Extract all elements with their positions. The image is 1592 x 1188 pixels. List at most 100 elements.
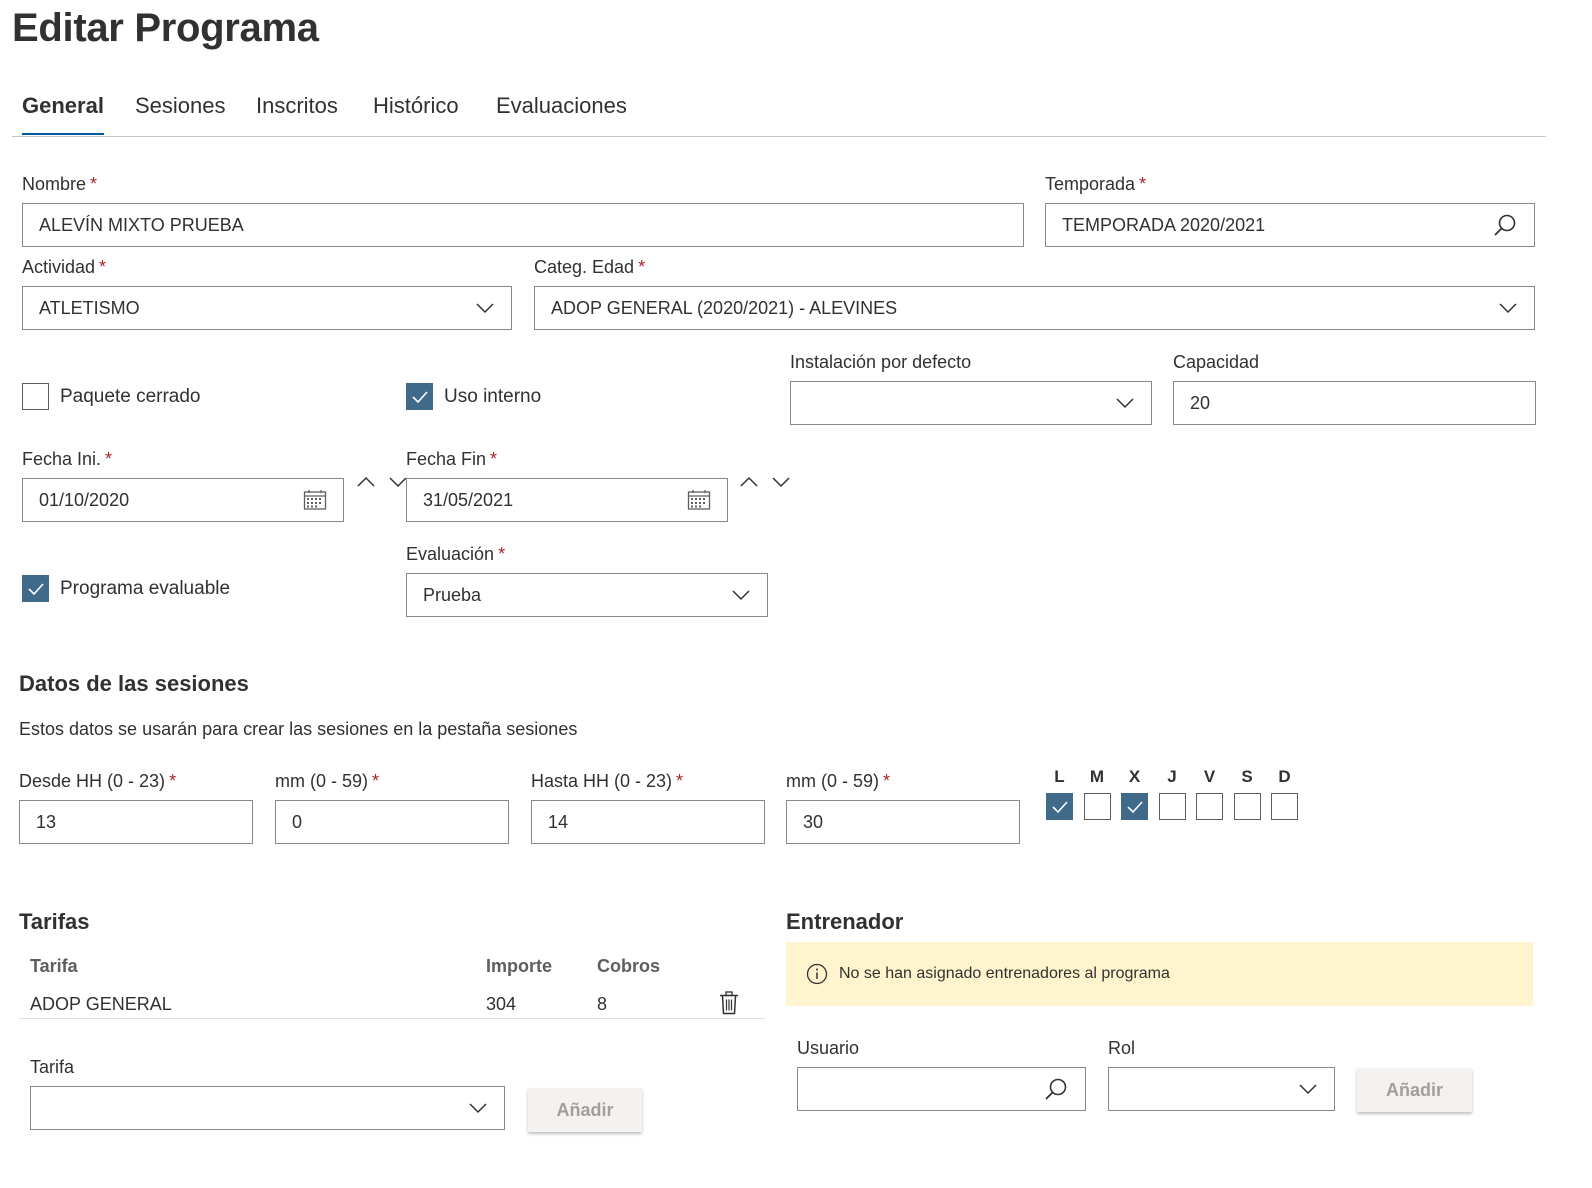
rol-dropdown[interactable]: [1108, 1067, 1335, 1111]
day-label-v: V: [1203, 767, 1216, 786]
day-checkbox-l[interactable]: [1046, 793, 1073, 820]
evaluacion-value: Prueba: [423, 584, 482, 605]
checkmark-icon: [1051, 800, 1068, 813]
chevron-down-icon: [475, 302, 495, 314]
notice-text: No se han asignado entrenadores al progr…: [839, 965, 1170, 982]
categ-edad-value: ADOP GENERAL (2020/2021) - ALEVINES: [551, 297, 898, 318]
programa-evaluable-label: Programa evaluable: [60, 577, 231, 599]
desde-mm-label: mm (0 - 59) *: [275, 771, 380, 791]
chevron-down-icon: [1298, 1083, 1318, 1095]
entrenador-section-title: Entrenador: [786, 909, 904, 934]
categ-edad-label: Categ. Edad *: [534, 257, 646, 277]
nombre-input[interactable]: ALEVÍN MIXTO PRUEBA: [22, 203, 1024, 247]
fecha-fin-label: Fecha Fin *: [406, 449, 498, 469]
desde-hh-input[interactable]: 13: [19, 800, 253, 844]
fecha-ini-spinner: [352, 470, 412, 494]
calendar-icon[interactable]: [303, 489, 327, 511]
search-icon[interactable]: [1492, 212, 1518, 238]
tab-bar: General Sesiones Inscritos Histórico Eva…: [12, 93, 1546, 137]
add-tarifa-button[interactable]: Añadir: [528, 1088, 642, 1132]
usuario-input[interactable]: [797, 1067, 1086, 1111]
sesiones-description: Estos datos se usarán para crear las ses…: [19, 719, 578, 739]
fecha-fin-spinner: [735, 470, 795, 494]
rol-label: Rol: [1108, 1038, 1136, 1058]
hasta-mm-input[interactable]: 30: [786, 800, 1020, 844]
programa-evaluable-checkbox[interactable]: Programa evaluable: [22, 575, 230, 602]
uso-interno-box[interactable]: [406, 383, 433, 410]
cobros-cell: 8: [597, 994, 608, 1014]
tab-general[interactable]: General: [22, 93, 104, 137]
nombre-value: ALEVÍN MIXTO PRUEBA: [39, 214, 244, 235]
categ-edad-dropdown[interactable]: ADOP GENERAL (2020/2021) - ALEVINES: [534, 286, 1535, 330]
paquete-cerrado-box[interactable]: [22, 383, 49, 410]
info-icon: [806, 963, 828, 985]
calendar-icon[interactable]: [687, 489, 711, 511]
capacidad-input[interactable]: 20: [1173, 381, 1536, 425]
checkmark-icon: [411, 390, 428, 403]
uso-interno-label: Uso interno: [444, 385, 542, 407]
instalacion-dropdown[interactable]: [790, 381, 1152, 425]
nombre-label: Nombre *: [22, 174, 98, 194]
fecha-fin-input[interactable]: 31/05/2021: [406, 478, 728, 522]
tab-historico[interactable]: Histórico: [373, 93, 459, 137]
fecha-ini-input[interactable]: 01/10/2020: [22, 478, 344, 522]
tab-sesiones[interactable]: Sesiones: [135, 93, 226, 137]
hasta-hh-input[interactable]: 14: [531, 800, 765, 844]
no-trainers-notice: No se han asignado entrenadores al progr…: [786, 942, 1533, 1006]
day-checkbox-x[interactable]: [1121, 793, 1148, 820]
day-checkbox-m[interactable]: [1083, 793, 1111, 820]
temporada-label: Temporada *: [1045, 174, 1147, 194]
hasta-hh-value: 14: [548, 811, 569, 832]
capacidad-value: 20: [1190, 392, 1211, 413]
cobros-column-header: Cobros: [597, 956, 660, 976]
tarifa-dropdown[interactable]: [30, 1086, 505, 1130]
checkmark-icon: [1126, 800, 1143, 813]
importe-cell: 304: [486, 994, 517, 1014]
day-label-d: D: [1278, 767, 1291, 786]
chevron-down-icon[interactable]: [767, 470, 795, 494]
chevron-down-icon: [1115, 397, 1135, 409]
paquete-cerrado-checkbox[interactable]: Paquete cerrado: [22, 383, 201, 410]
chevron-down-icon: [468, 1102, 488, 1114]
tarifas-section-title: Tarifas: [19, 909, 90, 934]
chevron-up-icon[interactable]: [735, 470, 763, 494]
hasta-hh-label: Hasta HH (0 - 23) *: [531, 771, 684, 791]
actividad-value: ATLETISMO: [39, 297, 140, 318]
temporada-value: TEMPORADA 2020/2021: [1062, 214, 1266, 235]
desde-mm-input[interactable]: 0: [275, 800, 509, 844]
day-label-j: J: [1167, 767, 1177, 786]
day-labels: L M X J V S D: [1046, 767, 1298, 787]
paquete-cerrado-label: Paquete cerrado: [60, 385, 201, 407]
day-checkbox-d[interactable]: [1271, 793, 1298, 820]
desde-hh-label: Desde HH (0 - 23) *: [19, 771, 177, 791]
fecha-ini-value: 01/10/2020: [39, 489, 130, 510]
fecha-ini-label: Fecha Ini. *: [22, 449, 113, 469]
uso-interno-checkbox[interactable]: Uso interno: [406, 383, 541, 410]
tab-evaluaciones[interactable]: Evaluaciones: [496, 93, 627, 137]
tarifa-column-header: Tarifa: [30, 956, 78, 976]
day-label-s: S: [1241, 767, 1253, 786]
day-checkbox-j[interactable]: [1158, 793, 1186, 820]
add-entrenador-button[interactable]: Añadir: [1357, 1068, 1472, 1112]
temporada-input[interactable]: TEMPORADA 2020/2021: [1045, 203, 1535, 247]
actividad-dropdown[interactable]: ATLETISMO: [22, 286, 512, 330]
chevron-down-icon: [731, 589, 751, 601]
chevron-up-icon[interactable]: [352, 470, 380, 494]
day-checkbox-s[interactable]: [1233, 793, 1261, 820]
programa-evaluable-box[interactable]: [22, 575, 49, 602]
fecha-fin-value: 31/05/2021: [423, 489, 514, 510]
evaluacion-label: Evaluación *: [406, 544, 506, 564]
importe-column-header: Importe: [486, 956, 553, 976]
desde-hh-value: 13: [36, 811, 57, 832]
chevron-down-icon: [1498, 302, 1518, 314]
trash-icon[interactable]: [719, 991, 739, 1015]
search-icon[interactable]: [1043, 1076, 1069, 1102]
usuario-label: Usuario: [797, 1038, 860, 1058]
day-label-l: L: [1054, 767, 1065, 786]
tab-inscritos[interactable]: Inscritos: [256, 93, 338, 137]
evaluacion-dropdown[interactable]: Prueba: [406, 573, 768, 617]
tarifa-select-label: Tarifa: [30, 1057, 75, 1077]
day-checkbox-v[interactable]: [1196, 793, 1223, 820]
day-checkboxes: [1046, 793, 1298, 820]
actividad-label: Actividad *: [22, 257, 107, 277]
